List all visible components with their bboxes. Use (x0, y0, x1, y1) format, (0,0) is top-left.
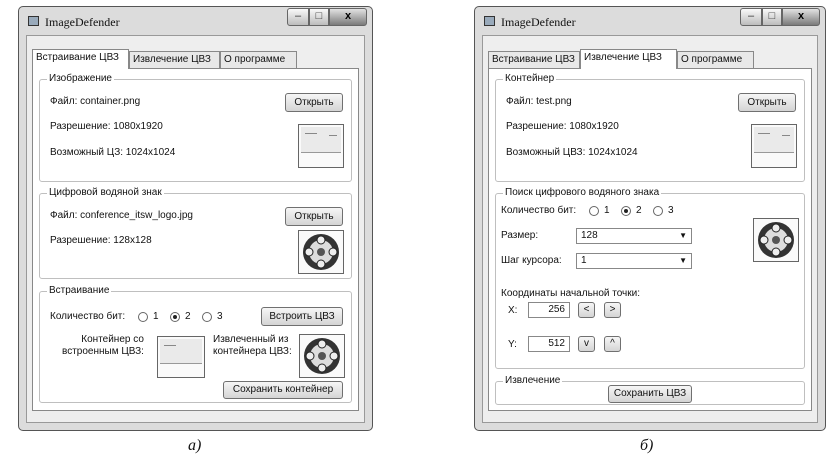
search-bits-option-2: 2 (636, 205, 642, 216)
bits-radio-1[interactable] (138, 312, 148, 322)
open-image-button[interactable]: Открыть (285, 93, 343, 112)
image-group: Изображение Файл: container.png Открыть … (39, 73, 352, 182)
bits-radio-2[interactable] (170, 312, 180, 322)
tab-about[interactable]: О программе (220, 51, 297, 69)
x-decrease-button[interactable]: < (578, 302, 595, 318)
minimize-button-right[interactable]: – (740, 8, 762, 26)
search-bits-option-3: 3 (668, 205, 674, 216)
close-button-right[interactable]: x (782, 8, 820, 26)
bits-option-2: 2 (185, 311, 191, 322)
watermark-file-label: Файл: conference_itsw_logo.jpg (50, 210, 193, 221)
search-watermark-image (753, 218, 799, 262)
step-select-value: 1 (581, 255, 587, 266)
container-thumbnail-right (751, 124, 797, 168)
search-bits-radio-1[interactable] (589, 206, 599, 216)
search-bits-option-1: 1 (604, 205, 610, 216)
right-title-bar: ImageDefender – □ x (475, 7, 825, 33)
step-select[interactable]: 1 ▼ (576, 253, 692, 269)
tab-embed-right[interactable]: Встраивание ЦВЗ (488, 51, 580, 69)
minimize-button[interactable]: – (287, 8, 309, 26)
embedded-container-label-line2: встроенным ЦВЗ: (62, 346, 144, 357)
step-label: Шаг курсора: (501, 255, 562, 266)
x-label: X: (508, 305, 518, 316)
image-resolution-label: Разрешение: 1080x1920 (50, 121, 163, 132)
close-button[interactable]: x (329, 8, 367, 26)
right-window: ImageDefender – □ x Встраивание ЦВЗ Извл… (474, 6, 826, 431)
container-group-label: Контейнер (503, 73, 557, 85)
caption-left: а) (188, 437, 202, 454)
container-resolution-label: Разрешение: 1080x1920 (506, 121, 619, 132)
extracted-watermark-image (299, 334, 345, 378)
extract-group-label: Извлечение (503, 375, 563, 387)
container-group: Контейнер Файл: test.png Открыть Разреше… (495, 73, 805, 182)
image-capacity-label: Возможный ЦЗ: 1024x1024 (50, 147, 176, 158)
coords-label: Координаты начальной точки: (501, 288, 640, 299)
x-input[interactable]: 256 (528, 302, 570, 318)
left-client-area: Встраивание ЦВЗ Извлечение ЦВЗ О програм… (26, 35, 365, 423)
tab-extract[interactable]: Извлечение ЦВЗ (129, 51, 220, 69)
app-icon-right (484, 16, 495, 26)
image-group-label: Изображение (47, 73, 114, 85)
left-window: ImageDefender – □ x Встраивание ЦВЗ Извл… (18, 6, 373, 431)
y-down-button[interactable]: v (578, 336, 595, 352)
extracted-watermark-label-line2: контейнера ЦВЗ: (213, 346, 292, 357)
container-capacity-label: Возможный ЦВЗ: 1024x1024 (506, 147, 638, 158)
save-watermark-button[interactable]: Сохранить ЦВЗ (608, 385, 692, 403)
container-thumbnail (298, 124, 344, 168)
embedded-container-label: Контейнер со встроенным ЦВЗ: (62, 334, 144, 358)
watermark-logo-image (298, 230, 344, 274)
maximize-button-right[interactable]: □ (762, 8, 782, 26)
left-title-bar: ImageDefender – □ x (19, 7, 372, 33)
tab-about-right[interactable]: О программе (677, 51, 754, 69)
x-increase-button[interactable]: > (604, 302, 621, 318)
tab-extract-right[interactable]: Извлечение ЦВЗ (580, 49, 677, 69)
right-client-area: Встраивание ЦВЗ Извлечение ЦВЗ О програм… (482, 35, 818, 423)
maximize-button[interactable]: □ (309, 8, 329, 26)
chevron-down-icon: ▼ (679, 256, 687, 265)
y-input[interactable]: 512 (528, 336, 570, 352)
open-watermark-button[interactable]: Открыть (285, 207, 343, 226)
bits-option-1: 1 (153, 311, 159, 322)
bits-option-3: 3 (217, 311, 223, 322)
image-file-label: Файл: container.png (50, 96, 141, 107)
y-label: Y: (508, 339, 517, 350)
left-tab-panel: Изображение Файл: container.png Открыть … (32, 68, 359, 411)
search-bits-radio-2[interactable] (621, 206, 631, 216)
app-icon (28, 16, 39, 26)
caption-right: б) (640, 437, 654, 454)
search-bits-radio-3[interactable] (653, 206, 663, 216)
size-select-value: 128 (581, 230, 598, 241)
chevron-down-icon: ▼ (679, 231, 687, 240)
watermark-group-label: Цифровой водяной знак (47, 187, 164, 199)
open-container-button[interactable]: Открыть (738, 93, 796, 112)
left-window-title: ImageDefender (45, 15, 120, 29)
container-file-label: Файл: test.png (506, 96, 572, 107)
embed-watermark-button[interactable]: Встроить ЦВЗ (261, 307, 343, 326)
tab-embed[interactable]: Встраивание ЦВЗ (32, 49, 129, 69)
extracted-watermark-label-line1: Извлеченный из (213, 334, 289, 345)
bits-radio-3[interactable] (202, 312, 212, 322)
search-group-label: Поиск цифрового водяного знака (503, 187, 662, 199)
y-up-button[interactable]: ^ (604, 336, 621, 352)
right-window-title: ImageDefender (501, 15, 576, 29)
embed-group-label: Встраивание (47, 285, 112, 297)
embedded-container-label-line1: Контейнер со (81, 334, 144, 345)
size-select[interactable]: 128 ▼ (576, 228, 692, 244)
extract-group: Извлечение Сохранить ЦВЗ (495, 375, 805, 405)
embed-group: Встраивание Количество бит: 1 2 3 Встрои… (39, 285, 352, 403)
watermark-resolution-label: Разрешение: 128x128 (50, 235, 152, 246)
watermark-group: Цифровой водяной знак Файл: conference_i… (39, 187, 352, 279)
search-bits-label: Количество бит: (501, 205, 577, 216)
bits-label: Количество бит: (50, 311, 126, 322)
extracted-watermark-label: Извлеченный из контейнера ЦВЗ: (213, 334, 292, 358)
embedded-container-thumbnail (157, 336, 205, 378)
size-label: Размер: (501, 230, 539, 241)
right-tab-panel: Контейнер Файл: test.png Открыть Разреше… (488, 68, 812, 411)
search-group: Поиск цифрового водяного знака Количеств… (495, 187, 805, 369)
save-container-button[interactable]: Сохранить контейнер (223, 381, 343, 399)
